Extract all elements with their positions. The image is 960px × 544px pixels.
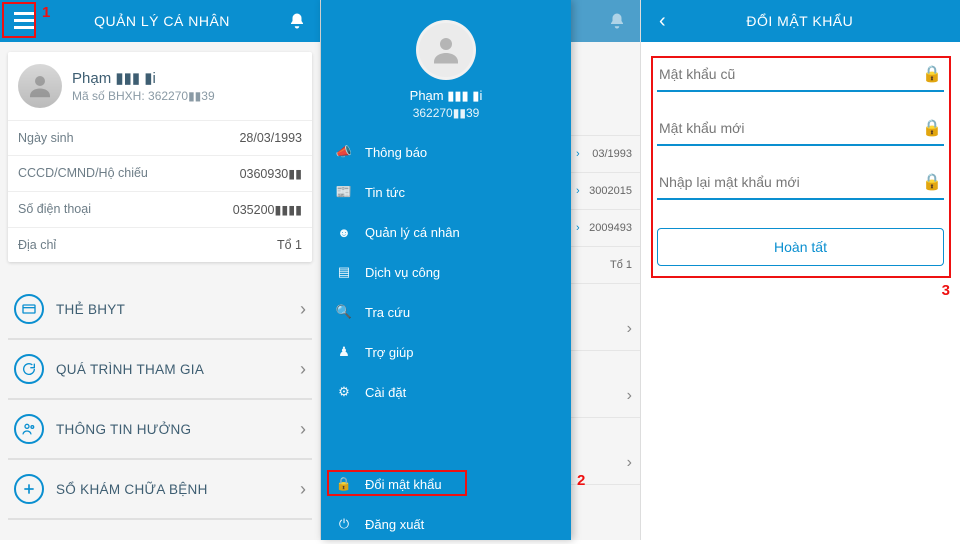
callout-3: 3	[942, 282, 950, 299]
nav-trogiup[interactable]: ♟Trợ giúp	[321, 332, 571, 372]
plus-icon	[14, 474, 44, 504]
back-button[interactable]: ‹	[651, 6, 674, 37]
avatar	[416, 20, 476, 80]
bell-icon[interactable]	[284, 8, 310, 34]
avatar	[18, 64, 62, 108]
user-name: Phạm ▮▮▮ ▮i	[72, 69, 215, 87]
news-icon: 📰	[335, 183, 353, 201]
nav-caidat[interactable]: ⚙Cài đặt	[321, 372, 571, 412]
chevron-right-icon: ›	[300, 419, 306, 440]
chevron-right-icon: ›	[300, 299, 306, 320]
menu-bhyt[interactable]: THẺ BHYT ›	[8, 280, 312, 340]
megaphone-icon: 📣	[335, 143, 353, 161]
page-title: ĐỔI MẬT KHẨU	[674, 13, 926, 29]
nav-canhan[interactable]: ☻Quản lý cá nhân	[321, 212, 571, 252]
chevron-right-icon: ›	[300, 359, 306, 380]
nav-tracuu[interactable]: 🔍Tra cứu	[321, 292, 571, 332]
nav-thongbao[interactable]: 📣Thông báo	[321, 132, 571, 172]
header: ‹ ĐỔI MẬT KHẨU	[641, 0, 960, 42]
nav-dangxuat[interactable]: ⏻Đăng xuất	[321, 504, 571, 544]
screen-change-password: ‹ ĐỔI MẬT KHẨU 🔒 🔒 🔒 Hoàn tất 3	[640, 0, 960, 540]
user-card: Phạm ▮▮▮ ▮i Mã số BHXH: 362270▮▮39 Ngày …	[8, 52, 312, 262]
power-icon: ⏻	[335, 515, 353, 533]
menu-thongtin[interactable]: THÔNG TIN HƯỞNG ›	[8, 400, 312, 460]
row-addr: Địa chỉTổ 1	[8, 227, 312, 262]
page-title: QUẢN LÝ CÁ NHÂN	[40, 13, 284, 29]
gear-icon: ⚙	[335, 383, 353, 401]
service-icon: ▤	[335, 263, 353, 281]
main-menu: THẺ BHYT › QUÁ TRÌNH THAM GIA › THÔNG TI…	[8, 280, 312, 520]
people-icon	[14, 414, 44, 444]
chevron-right-icon: ›	[300, 479, 306, 500]
person-icon: ☻	[335, 223, 353, 241]
callout-1: 1	[42, 4, 50, 21]
drawer-code: 362270▮▮39	[321, 106, 571, 120]
nav-drawer: Phạm ▮▮▮ ▮i 362270▮▮39 📣Thông báo 📰Tin t…	[321, 0, 571, 540]
nav-tintuc[interactable]: 📰Tin tức	[321, 172, 571, 212]
drawer-name: Phạm ▮▮▮ ▮i	[321, 88, 571, 104]
menu-sokham[interactable]: SỔ KHÁM CHỮA BỆNH ›	[8, 460, 312, 520]
nav-dichvu[interactable]: ▤Dịch vụ công	[321, 252, 571, 292]
help-icon: ♟	[335, 343, 353, 361]
row-dob: Ngày sinh28/03/1993	[8, 120, 312, 155]
search-icon: 🔍	[335, 303, 353, 321]
card-icon	[14, 294, 44, 324]
row-id: CCCD/CMND/Hộ chiếu0360930▮▮	[8, 155, 312, 191]
screen-profile: QUẢN LÝ CÁ NHÂN 1 Phạm ▮▮▮ ▮i Mã số BHXH…	[0, 0, 320, 540]
screen-drawer: ›03/1993 ›3002015 ›2009493 Tổ 1 › › › Ph…	[320, 0, 640, 540]
menu-quatrinh[interactable]: QUÁ TRÌNH THAM GIA ›	[8, 340, 312, 400]
refresh-icon	[14, 354, 44, 384]
bell-icon[interactable]	[604, 8, 630, 34]
background-peek: ›03/1993 ›3002015 ›2009493 Tổ 1 › › ›	[568, 42, 640, 540]
callout-2: 2	[577, 472, 585, 489]
row-phone: Số điện thoại035200▮▮▮▮	[8, 191, 312, 227]
